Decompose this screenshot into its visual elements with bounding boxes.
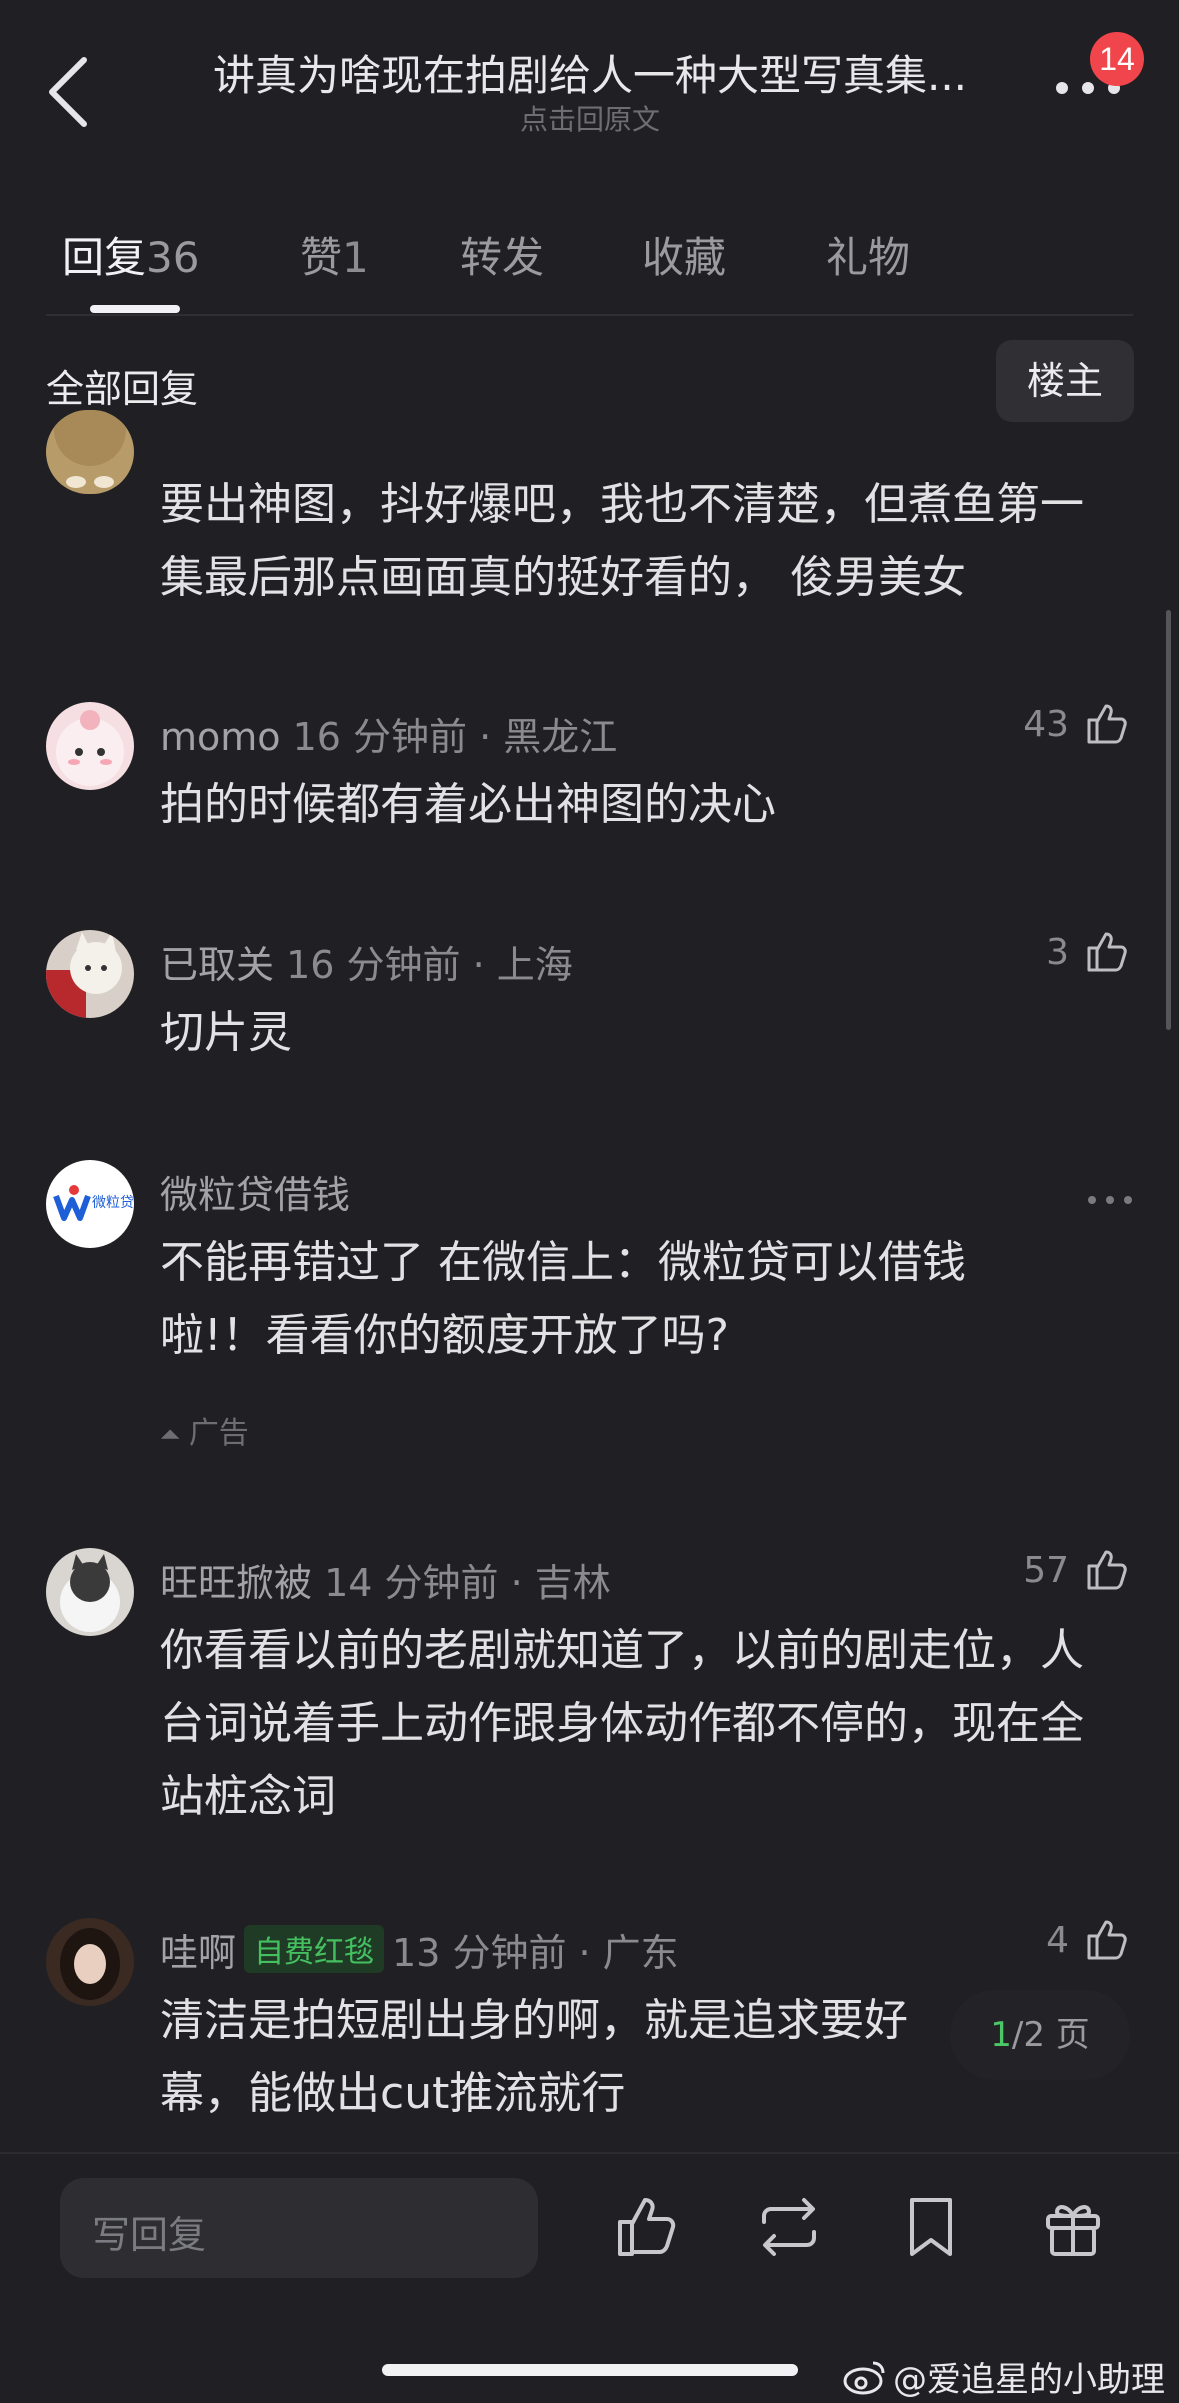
total-pages: /2 页: [1011, 2015, 1090, 2055]
op-only-button[interactable]: 楼主: [996, 340, 1134, 422]
thumbs-up-icon: [1087, 704, 1127, 744]
comment-text: 拍的时候都有着必出神图的决心: [160, 779, 776, 830]
comment-meta: 已取关 16 分钟前 · 上海: [160, 934, 573, 989]
ad-label: ⏶ 广告: [160, 1408, 249, 1452]
time-location: 16 分钟前 · 上海: [286, 943, 573, 987]
avatar[interactable]: [46, 1548, 134, 1636]
gift-icon[interactable]: [1038, 2192, 1108, 2262]
watermark: @爱追星的小助理: [843, 2352, 1165, 2401]
tab-label: 赞: [300, 233, 343, 282]
tab-label: 回复: [62, 233, 147, 282]
tab-gifts[interactable]: 礼物: [826, 224, 910, 285]
avatar[interactable]: [46, 930, 134, 1018]
avatar[interactable]: [46, 410, 134, 494]
like-button[interactable]: 4: [1046, 1916, 1131, 1964]
tab-replies[interactable]: 回复36: [62, 224, 199, 285]
username[interactable]: 哇啊: [160, 1931, 236, 1975]
thumbs-up-icon: [1087, 1920, 1127, 1960]
avatar[interactable]: [46, 702, 134, 790]
repost-icon[interactable]: [754, 2192, 824, 2262]
notification-badge: 14: [1090, 32, 1144, 86]
like-count: 57: [1023, 1549, 1069, 1591]
comment-meta: 旺旺掀被 14 分钟前 · 吉林: [160, 1552, 611, 1607]
comment-text: 切片灵: [160, 1007, 292, 1058]
tab-divider: [46, 314, 1133, 316]
like-button[interactable]: 43: [1023, 700, 1131, 748]
time-location: 14 分钟前 · 吉林: [324, 1561, 611, 1605]
thumbs-up-icon: [1087, 932, 1127, 972]
username[interactable]: 已取关: [160, 943, 274, 987]
post-title[interactable]: 讲真为啥现在拍剧给人一种大型写真集...: [150, 42, 1030, 103]
active-tab-indicator: [90, 305, 180, 313]
tab-likes[interactable]: 赞1: [300, 224, 369, 285]
username[interactable]: 微粒贷借钱: [160, 1173, 350, 1217]
user-badge: 自费红毯: [244, 1925, 385, 1973]
tab-count: 36: [146, 233, 200, 282]
like-button[interactable]: 3: [1046, 928, 1131, 976]
avatar[interactable]: [46, 1918, 134, 2006]
bookmark-icon[interactable]: [896, 2192, 966, 2262]
reply-input[interactable]: 写回复: [60, 2178, 538, 2278]
like-count: 4: [1046, 1919, 1069, 1961]
comment-text: 要出神图，抖好爆吧，我也不清楚，但煮鱼第一集最后那点画面真的挺好看的， 俊男美女: [160, 479, 1084, 603]
time-location: 16 分钟前 · 黑龙江: [292, 715, 618, 759]
weibo-logo-icon: [843, 2361, 885, 2394]
like-count: 3: [1046, 931, 1069, 973]
avatar-brand-text: 微粒贷: [92, 1195, 134, 1211]
home-indicator[interactable]: [382, 2364, 798, 2376]
time-location: 13 分钟前 · 广东: [392, 1931, 679, 1975]
scrollbar[interactable]: [1166, 610, 1171, 1030]
comment-meta: 微粒贷借钱: [160, 1164, 350, 1219]
bottom-divider: [0, 2152, 1179, 2154]
like-button[interactable]: 57: [1023, 1546, 1131, 1594]
comment-meta: momo 16 分钟前 · 黑龙江: [160, 706, 617, 761]
like-count: 43: [1023, 703, 1069, 745]
comment-meta: 哇啊 自费红毯 13 分钟前 · 广东: [160, 1922, 679, 1977]
view-original-link[interactable]: 点击回原文: [150, 98, 1030, 138]
comment-text: 不能再错过了 在微信上：微粒贷可以借钱啦!！看看你的额度开放了吗?: [160, 1237, 966, 1361]
ad-icon: ⏶: [160, 1420, 181, 1450]
comment-text: 你看看以前的老剧就知道了，以前的剧走位，人台词说着手上动作跟身体动作都不停的，现…: [160, 1625, 1084, 1822]
more-options-icon[interactable]: [1085, 1190, 1135, 1210]
ad-avatar[interactable]: 微粒贷: [46, 1160, 134, 1248]
all-replies-filter[interactable]: 全部回复: [46, 358, 198, 413]
reply-placeholder: 写回复: [92, 2213, 207, 2257]
watermark-text: @爱追星的小助理: [893, 2360, 1165, 2400]
back-arrow-icon[interactable]: [40, 52, 100, 132]
comment-text: 清洁是拍短剧出身的啊，就是追求要好幕，能做出cut推流就行: [160, 1995, 908, 2119]
current-page: 1: [990, 2015, 1012, 2055]
page-indicator[interactable]: 1/2 页: [950, 1990, 1130, 2080]
username[interactable]: 旺旺掀被: [160, 1561, 312, 1605]
username[interactable]: momo: [160, 715, 281, 759]
tab-favorites[interactable]: 收藏: [642, 224, 726, 285]
tab-reposts[interactable]: 转发: [460, 224, 544, 285]
tab-count: 1: [342, 233, 369, 282]
like-post-icon[interactable]: [612, 2192, 682, 2262]
thumbs-up-icon: [1087, 1550, 1127, 1590]
ad-label-text: 广告: [188, 1416, 249, 1451]
